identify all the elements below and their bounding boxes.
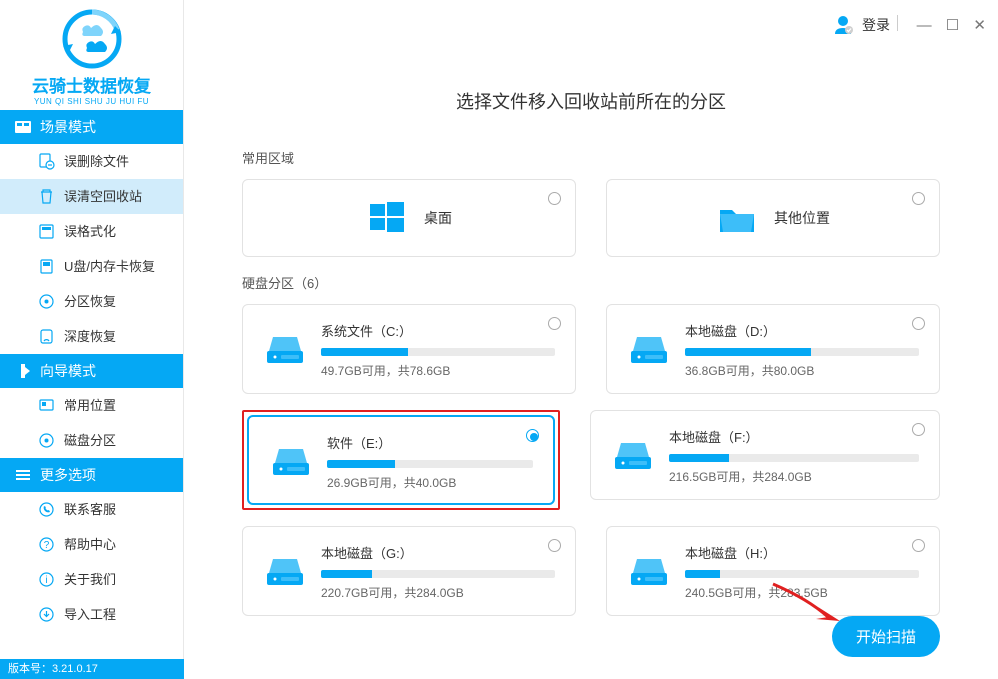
sidebar-item-deep[interactable]: 深度恢复 [0, 319, 183, 354]
sidebar-item-help[interactable]: ? 帮助中心 [0, 527, 183, 562]
logo-icon [61, 8, 123, 70]
radio[interactable] [548, 317, 561, 330]
folder-icon [716, 198, 758, 238]
progress-bar [685, 570, 919, 578]
radio[interactable] [912, 539, 925, 552]
maximize-button[interactable]: ☐ [946, 17, 959, 34]
drive-card-d[interactable]: 本地磁盘（D:） 36.8GB可用，共80.0GB [606, 304, 940, 394]
card-label: 桌面 [424, 208, 452, 228]
help-icon: ? [38, 536, 55, 553]
drive-icon [627, 327, 671, 367]
main-area: 登录 — ☐ ✕ 选择文件移入回收站前所在的分区 常用区域 桌面 其他位置 硬盘… [184, 0, 998, 679]
drive-stats: 240.5GB可用，共283.5GB [685, 584, 919, 601]
drive-icon [611, 433, 655, 473]
window-controls: — ☐ ✕ [907, 16, 986, 34]
partition-icon [38, 293, 55, 310]
close-button[interactable]: ✕ [973, 17, 986, 34]
drive-name: 软件（E:） [327, 433, 533, 452]
location-icon [38, 397, 55, 414]
drive-icon [263, 549, 307, 589]
drive-card-g[interactable]: 本地磁盘（G:） 220.7GB可用，共284.0GB [242, 526, 576, 616]
sidebar-header-scene[interactable]: 场景模式 [0, 110, 183, 144]
highlight-box: 软件（E:） 26.9GB可用，共40.0GB [242, 410, 560, 510]
drive-card-f[interactable]: 本地磁盘（F:） 216.5GB可用，共284.0GB [590, 410, 940, 500]
info-icon: i [38, 571, 55, 588]
windows-icon [366, 198, 408, 238]
wizard-icon [14, 362, 32, 380]
svg-text:?: ? [44, 540, 50, 551]
progress-bar [321, 570, 555, 578]
drive-name: 系统文件（C:） [321, 321, 555, 340]
menu-icon [14, 466, 32, 484]
drive-stats: 220.7GB可用，共284.0GB [321, 584, 555, 601]
radio[interactable] [548, 539, 561, 552]
drive-name: 本地磁盘（D:） [685, 321, 919, 340]
drive-icon [627, 549, 671, 589]
radio[interactable] [912, 192, 925, 205]
topbar: 登录 — ☐ ✕ [184, 0, 998, 42]
drive-stats: 36.8GB可用，共80.0GB [685, 362, 919, 379]
drive-name: 本地磁盘（H:） [685, 543, 919, 562]
phone-icon [38, 501, 55, 518]
sidebar-item-recyclebin[interactable]: 误清空回收站 [0, 179, 183, 214]
sidebar-item-usb[interactable]: U盘/内存卡恢复 [0, 249, 183, 284]
file-delete-icon [38, 153, 55, 170]
sidebar-header-more[interactable]: 更多选项 [0, 458, 183, 492]
sidebar-header-wizard[interactable]: 向导模式 [0, 354, 183, 388]
avatar-icon [832, 14, 854, 39]
progress-bar [321, 348, 555, 356]
version-bar: 版本号：3.21.0.17 [0, 659, 184, 679]
drive-stats: 216.5GB可用，共284.0GB [669, 468, 919, 485]
section-common-label: 常用区域 [242, 148, 940, 167]
card-other-location[interactable]: 其他位置 [606, 179, 940, 257]
sidebar: 云骑士数据恢复 YUN QI SHI SHU JU HUI FU 场景模式 误删… [0, 0, 184, 679]
progress-bar [669, 454, 919, 462]
drive-name: 本地磁盘（G:） [321, 543, 555, 562]
radio[interactable] [912, 423, 925, 436]
radio[interactable] [526, 429, 539, 442]
scene-icon [14, 118, 32, 136]
sidebar-item-deleted[interactable]: 误删除文件 [0, 144, 183, 179]
card-label: 其他位置 [774, 208, 830, 228]
app-subtitle: YUN QI SHI SHU JU HUI FU [0, 97, 183, 106]
card-desktop[interactable]: 桌面 [242, 179, 576, 257]
sidebar-item-common-loc[interactable]: 常用位置 [0, 388, 183, 423]
minimize-button[interactable]: — [917, 17, 932, 34]
drive-card-c[interactable]: 系统文件（C:） 49.7GB可用，共78.6GB [242, 304, 576, 394]
disk-icon [38, 432, 55, 449]
sidebar-item-disk-partition[interactable]: 磁盘分区 [0, 423, 183, 458]
drive-stats: 49.7GB可用，共78.6GB [321, 362, 555, 379]
progress-bar [685, 348, 919, 356]
divider [897, 15, 898, 31]
app-title: 云骑士数据恢复 [0, 72, 183, 97]
usb-icon [38, 258, 55, 275]
sidebar-item-import[interactable]: 导入工程 [0, 597, 183, 632]
drive-name: 本地磁盘（F:） [669, 427, 919, 446]
sidebar-item-support[interactable]: 联系客服 [0, 492, 183, 527]
trash-icon [38, 188, 55, 205]
import-icon [38, 606, 55, 623]
page-title: 选择文件移入回收站前所在的分区 [184, 88, 998, 114]
drive-icon [263, 327, 307, 367]
logo-area: 云骑士数据恢复 YUN QI SHI SHU JU HUI FU [0, 0, 183, 110]
radio[interactable] [912, 317, 925, 330]
sidebar-item-partition[interactable]: 分区恢复 [0, 284, 183, 319]
deep-icon [38, 328, 55, 345]
drive-stats: 26.9GB可用，共40.0GB [327, 474, 533, 491]
drive-card-h[interactable]: 本地磁盘（H:） 240.5GB可用，共283.5GB [606, 526, 940, 616]
svg-text:i: i [45, 575, 47, 586]
scan-button[interactable]: 开始扫描 [832, 616, 940, 657]
drive-card-e[interactable]: 软件（E:） 26.9GB可用，共40.0GB [247, 415, 555, 505]
format-icon [38, 223, 55, 240]
login-button[interactable]: 登录 [832, 14, 890, 39]
radio[interactable] [548, 192, 561, 205]
sidebar-item-about[interactable]: i 关于我们 [0, 562, 183, 597]
drive-icon [269, 439, 313, 479]
sidebar-item-format[interactable]: 误格式化 [0, 214, 183, 249]
section-drives-label: 硬盘分区（6） [242, 273, 940, 292]
content: 常用区域 桌面 其他位置 硬盘分区（6） 系统文件（C:） 4 [184, 114, 998, 616]
progress-bar [327, 460, 533, 468]
